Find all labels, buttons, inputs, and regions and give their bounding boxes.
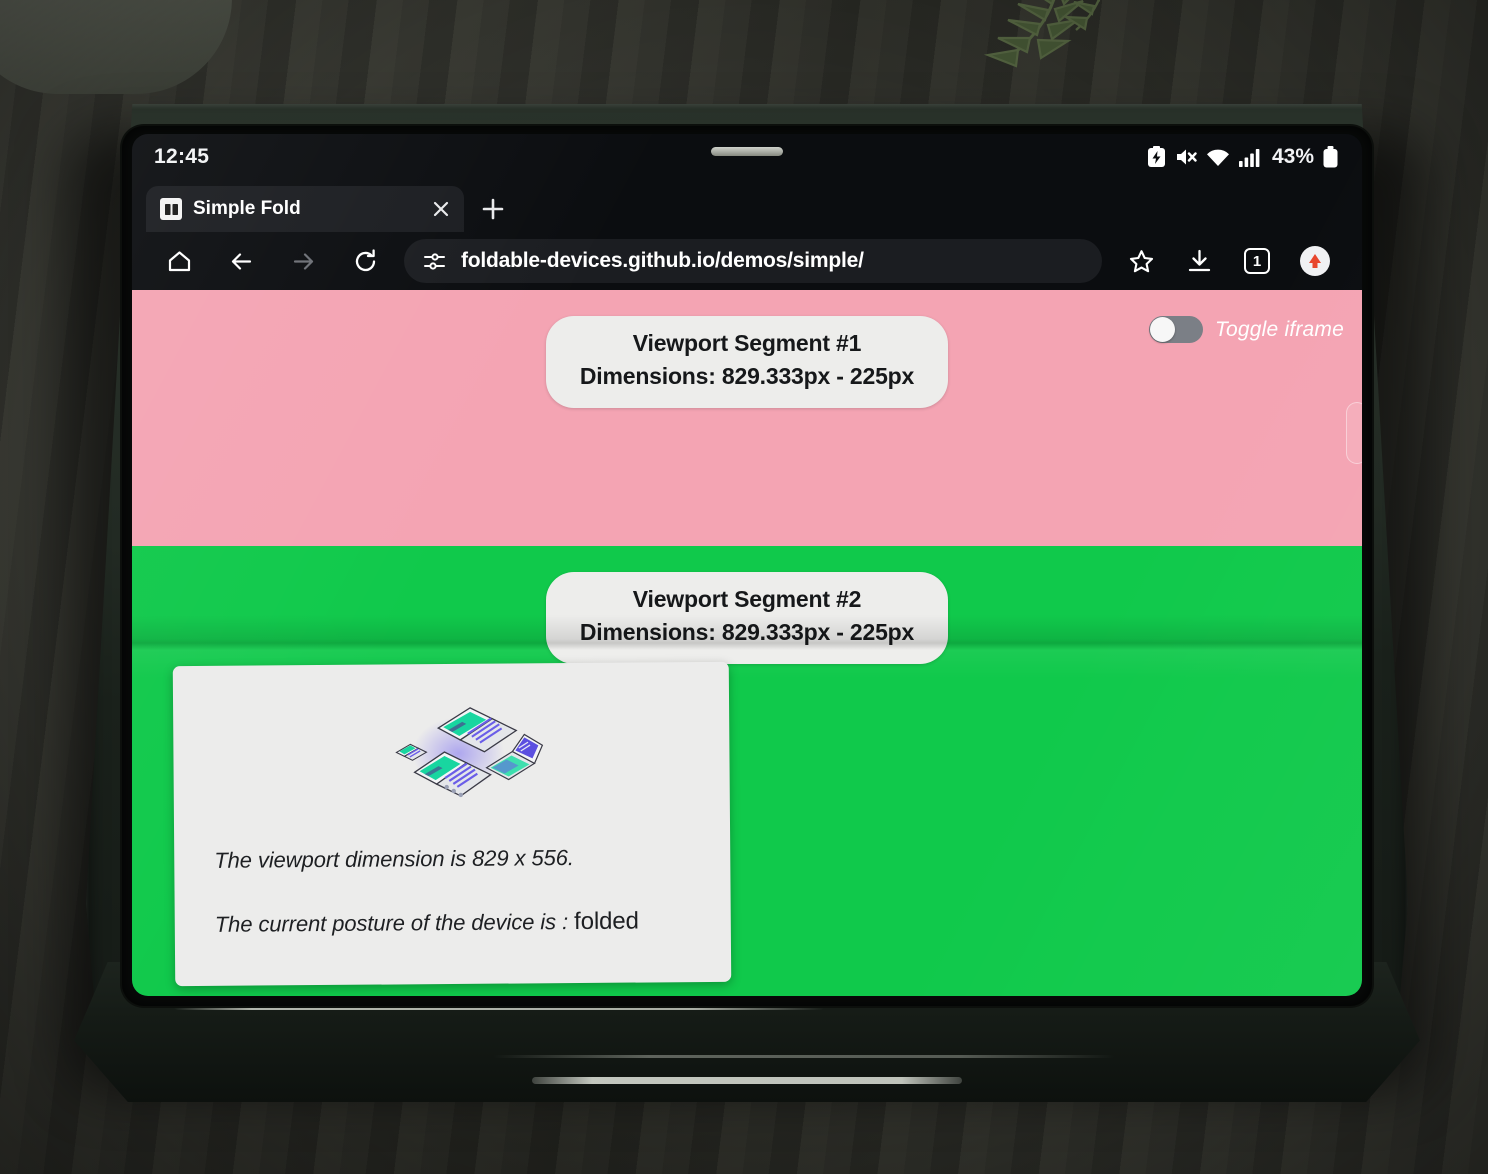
browser-toolbar: foldable-devices.github.io/demos/simple/	[132, 232, 1362, 290]
toggle-iframe-switch[interactable]	[1148, 316, 1203, 343]
viewport-info-card: The viewport dimension is 829 x 556. The…	[172, 661, 732, 987]
toolbar-actions: 1	[1112, 236, 1344, 286]
viewport-dimension-text: The viewport dimension is 829 x 556.	[214, 845, 574, 873]
tab-count-button[interactable]: 1	[1228, 236, 1286, 286]
foldable-device: 12:45 43% Simple Fold foldable-devices.g…	[68, 104, 1428, 1102]
segment-2-dimensions: Dimensions: 829.333px - 225px	[579, 619, 915, 646]
foldable-devices-illustration	[395, 707, 544, 798]
toggle-iframe-row[interactable]: Toggle iframe	[1148, 316, 1344, 343]
reload-icon[interactable]	[334, 236, 396, 286]
tune-icon[interactable]	[422, 249, 447, 274]
profile-avatar-icon	[1300, 246, 1330, 276]
mute-icon	[1176, 149, 1197, 165]
wifi-icon	[1206, 149, 1229, 166]
home-icon[interactable]	[148, 236, 210, 286]
star-icon[interactable]	[1112, 236, 1170, 286]
device-posture-value: folded	[573, 907, 639, 936]
viewport-segment-2: Viewport Segment #2 Dimensions: 829.333p…	[132, 546, 1362, 996]
segment-2-title: Viewport Segment #2	[632, 586, 862, 612]
screen-bezel: 12:45 43% Simple Fold foldable-devices.g…	[122, 126, 1372, 1006]
status-bar: 12:45 43%	[132, 134, 1362, 180]
profile-avatar[interactable]	[1286, 236, 1344, 286]
forward-arrow-icon	[272, 236, 334, 286]
segment-1-dimensions: Dimensions: 829.333px - 225px	[579, 363, 915, 390]
device-screen: 12:45 43% Simple Fold foldable-devices.g…	[132, 134, 1362, 996]
download-icon[interactable]	[1170, 236, 1228, 286]
deck-edge-line	[494, 1055, 1114, 1058]
toggle-knob	[1149, 317, 1175, 342]
screen-edge-pill	[1346, 402, 1362, 464]
browser-tab-strip: Simple Fold	[132, 180, 1362, 232]
browser-tab-title: Simple Fold	[193, 198, 301, 219]
close-tab-icon[interactable]	[430, 198, 452, 220]
omnibox[interactable]: foldable-devices.github.io/demos/simple/	[404, 239, 1102, 283]
fern-plant	[983, 0, 1101, 68]
android-gesture-nav-bar[interactable]	[532, 1077, 962, 1084]
new-tab-button[interactable]	[470, 186, 516, 232]
speaker-grille	[711, 147, 783, 156]
web-page-content: Viewport Segment #1 Dimensions: 829.333p…	[132, 290, 1362, 996]
browser-tab[interactable]: Simple Fold	[146, 186, 464, 232]
status-icons: 43%	[1147, 145, 1338, 169]
segment-1-info-pill: Viewport Segment #1 Dimensions: 829.333p…	[545, 316, 949, 408]
battery-saver-icon	[1147, 146, 1165, 167]
battery-icon	[1323, 146, 1338, 168]
plant-pot	[0, 0, 232, 94]
battery-percentage: 43%	[1271, 145, 1314, 168]
card-text-block: The viewport dimension is 829 x 556. The…	[200, 840, 705, 943]
viewport-segment-1: Viewport Segment #1 Dimensions: 829.333p…	[132, 290, 1362, 546]
back-arrow-icon[interactable]	[210, 236, 272, 286]
device-posture-label: The current posture of the device is :	[214, 909, 575, 937]
simple-fold-favicon	[160, 198, 182, 220]
device-posture-line: The current posture of the device is : f…	[215, 903, 705, 943]
omnibox-url-text: foldable-devices.github.io/demos/simple/	[461, 249, 864, 272]
segment-1-title: Viewport Segment #1	[632, 330, 862, 356]
tab-count-label: 1	[1244, 248, 1270, 274]
segment-2-info-pill: Viewport Segment #2 Dimensions: 829.333p…	[545, 572, 949, 664]
status-clock: 12:45	[154, 145, 210, 168]
cellular-signal-icon	[1238, 148, 1260, 167]
toggle-iframe-label: Toggle iframe	[1214, 317, 1344, 341]
